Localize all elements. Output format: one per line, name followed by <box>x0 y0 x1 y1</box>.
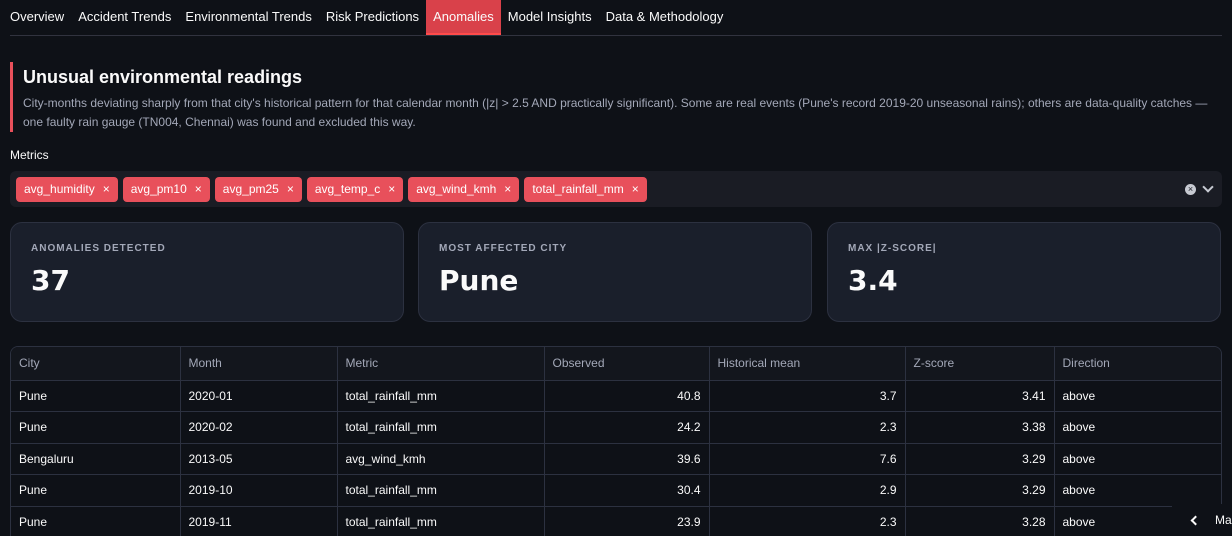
table-cell: above <box>1054 380 1221 412</box>
table-cell: 2020-02 <box>180 411 338 444</box>
table-cell: Bengaluru <box>11 443 181 475</box>
table-cell: 3.29 <box>905 443 1055 475</box>
column-header[interactable]: Metric <box>337 347 545 381</box>
metric-chip[interactable]: avg_pm25 × <box>214 176 302 202</box>
table-cell: 3.41 <box>905 380 1055 412</box>
sidebar-toggle-button[interactable]: Ma <box>1172 504 1232 536</box>
sidebar-toggle-label: Ma <box>1215 513 1232 527</box>
tab-environmental-trends[interactable]: Environmental Trends <box>178 0 318 35</box>
table-cell: Pune <box>11 380 181 412</box>
table-row[interactable]: Pune 2019-11 total_rainfall_mm 23.9 2.3 3.28 a… <box>11 506 1221 536</box>
metric-chip[interactable]: avg_wind_kmh × <box>408 176 520 202</box>
table-cell: Pune <box>11 474 181 507</box>
tab-risk-predictions[interactable]: Risk Predictions <box>319 0 426 35</box>
remove-chip-icon[interactable]: × <box>504 177 511 202</box>
table-cell: 30.4 <box>544 474 710 507</box>
column-header[interactable]: City <box>11 347 181 381</box>
metric-chip[interactable]: avg_temp_c × <box>306 176 404 202</box>
kpi-label: ANOMALIES DETECTED <box>31 243 166 254</box>
table-cell: avg_wind_kmh <box>337 443 545 475</box>
metric-chip-label: avg_humidity <box>24 181 95 196</box>
table-cell: 3.7 <box>709 380 906 412</box>
metric-chip-label: avg_wind_kmh <box>416 181 497 196</box>
table-cell: total_rainfall_mm <box>337 506 545 536</box>
table-cell: 39.6 <box>544 443 710 475</box>
tab-accident-trends[interactable]: Accident Trends <box>71 0 178 35</box>
table-cell: total_rainfall_mm <box>337 411 545 444</box>
column-header[interactable]: Historical mean <box>709 347 906 381</box>
table-cell: 2020-01 <box>180 380 338 412</box>
table-cell: 23.9 <box>544 506 710 536</box>
table-cell: total_rainfall_mm <box>337 380 545 412</box>
chevron-down-icon[interactable] <box>1202 181 1214 193</box>
column-header[interactable]: Month <box>180 347 338 381</box>
anomalies-section-header: Unusual environmental readings City-mont… <box>10 62 1222 132</box>
tab-data-methodology[interactable]: Data & Methodology <box>599 0 731 35</box>
kpi-card-anomalies: ANOMALIES DETECTED 37 <box>10 222 404 322</box>
table-cell: 3.28 <box>905 506 1055 536</box>
table-cell: above <box>1054 474 1221 507</box>
tab-anomalies[interactable]: Anomalies <box>426 0 501 35</box>
table-cell: 3.29 <box>905 474 1055 507</box>
column-header[interactable]: Z-score <box>905 347 1055 381</box>
table-cell: above <box>1054 443 1221 475</box>
table-row[interactable]: Pune 2020-02 total_rainfall_mm 24.2 2.3 3.38 a… <box>11 411 1221 444</box>
remove-chip-icon[interactable]: × <box>632 177 639 202</box>
table-cell: 2019-10 <box>180 474 338 507</box>
table-cell: Pune <box>11 506 181 536</box>
metrics-multiselect[interactable]: avg_humidity × avg_pm10 × avg_pm25 × avg_temp_… <box>10 171 1222 207</box>
anomalies-table[interactable]: City Month Metric Observed Historical mean Z-… <box>10 346 1222 536</box>
table-cell: total_rainfall_mm <box>337 474 545 507</box>
table-cell: 2.9 <box>709 474 906 507</box>
metric-chip[interactable]: avg_humidity × <box>16 176 118 202</box>
remove-chip-icon[interactable]: × <box>195 177 202 202</box>
remove-chip-icon[interactable]: × <box>388 177 395 202</box>
kpi-label: MOST AFFECTED CITY <box>439 243 568 254</box>
table-cell: 2.3 <box>709 411 906 444</box>
section-title: Unusual environmental readings <box>23 67 303 87</box>
table-cell: above <box>1054 411 1221 444</box>
column-header[interactable]: Direction <box>1054 347 1221 381</box>
clear-icon[interactable]: × <box>1185 183 1196 195</box>
table-cell: 3.38 <box>905 411 1055 444</box>
table-row[interactable]: Bengaluru 2013-05 avg_wind_kmh 39.6 7.6 3.29 a… <box>11 443 1221 475</box>
table-cell: 2019-11 <box>180 506 338 536</box>
table-cell: Pune <box>11 411 181 444</box>
table-header-row: City Month Metric Observed Historical mean Z-… <box>11 347 1221 381</box>
metric-chip-label: total_rainfall_mm <box>532 181 624 196</box>
kpi-card-max-z: MAX |Z-SCORE| 3.4 <box>827 222 1221 322</box>
tab-overview[interactable]: Overview <box>10 0 71 35</box>
section-description: City-months deviating sharply from that … <box>23 96 1208 129</box>
kpi-value: Pune <box>439 264 519 297</box>
table-cell: 40.8 <box>544 380 710 412</box>
table-cell: 24.2 <box>544 411 710 444</box>
table-row[interactable]: Pune 2020-01 total_rainfall_mm 40.8 3.7 3.41 a… <box>11 380 1221 412</box>
table-cell: 2.3 <box>709 506 906 536</box>
kpi-value: 3.4 <box>848 264 898 297</box>
metric-chip[interactable]: total_rainfall_mm × <box>524 176 647 202</box>
kpi-label: MAX |Z-SCORE| <box>848 243 937 254</box>
metrics-label: Metrics <box>10 148 49 162</box>
tab-bar: Overview Accident Trends Environmental Tre… <box>10 0 1222 36</box>
column-header[interactable]: Observed <box>544 347 710 381</box>
metric-chip-label: avg_temp_c <box>314 181 381 196</box>
metric-chip-label: avg_pm25 <box>222 181 279 196</box>
tab-model-insights[interactable]: Model Insights <box>501 0 599 35</box>
remove-chip-icon[interactable]: × <box>103 177 110 202</box>
table-row[interactable]: Pune 2019-10 total_rainfall_mm 30.4 2.9 3.29 a… <box>11 474 1221 507</box>
chevron-left-icon <box>1190 515 1201 525</box>
metric-chip-label: avg_pm10 <box>130 181 187 196</box>
kpi-value: 37 <box>31 264 70 297</box>
metric-chip[interactable]: avg_pm10 × <box>122 176 210 202</box>
remove-chip-icon[interactable]: × <box>287 177 294 202</box>
kpi-card-city: MOST AFFECTED CITY Pune <box>418 222 812 322</box>
table-cell: 2013-05 <box>180 443 338 475</box>
multiselect-controls: × <box>1185 171 1214 207</box>
table-cell: 7.6 <box>709 443 906 475</box>
